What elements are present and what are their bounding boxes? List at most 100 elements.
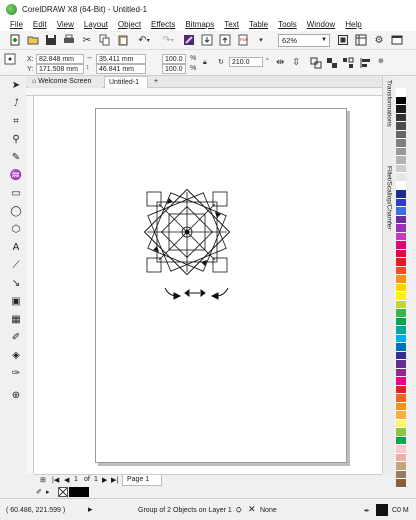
palette-swatch[interactable] — [396, 428, 406, 437]
palette-swatch[interactable] — [396, 190, 406, 199]
open-folder-icon[interactable] — [26, 33, 40, 47]
options-icon[interactable]: ⚙ — [372, 33, 386, 47]
copy-icon[interactable] — [98, 33, 112, 47]
docker-tab-fillet-scallop-chamfer[interactable]: Fillet/Scallop/Chamfer — [384, 166, 394, 266]
palette-swatch[interactable] — [396, 130, 406, 139]
menu-file[interactable]: File — [10, 20, 23, 29]
no-color-swatch[interactable] — [58, 487, 68, 497]
palette-swatch[interactable] — [396, 232, 406, 241]
menu-bitmaps[interactable]: Bitmaps — [185, 20, 214, 29]
page-tab[interactable]: Page 1 — [122, 475, 162, 486]
print-icon[interactable] — [62, 33, 76, 47]
palette-swatch[interactable] — [396, 351, 406, 360]
smart-fill-icon[interactable]: ✑ — [9, 366, 23, 380]
palette-swatch[interactable] — [396, 164, 406, 173]
launch-icon[interactable] — [390, 33, 404, 47]
palette-swatch[interactable] — [396, 224, 406, 233]
add-page-icon[interactable]: ⊞ — [40, 476, 46, 484]
object-origin-icon[interactable] — [4, 53, 16, 67]
zoom-level-dropdown[interactable]: 62% ▼ — [278, 33, 330, 47]
palette-swatch[interactable] — [396, 419, 406, 428]
menu-text[interactable]: Text — [224, 20, 239, 29]
menu-object[interactable]: Object — [118, 20, 141, 29]
palette-swatch[interactable] — [396, 275, 406, 284]
palette-swatch[interactable] — [396, 334, 406, 343]
ungroup-all-icon[interactable] — [342, 57, 354, 71]
x-position-field[interactable]: 82.848 mm — [36, 54, 84, 64]
drop-shadow-icon[interactable]: ▣ — [9, 294, 23, 308]
scale-y-field[interactable]: 100.0 — [162, 64, 186, 74]
freehand-tool-icon[interactable]: ✎ — [9, 150, 23, 164]
palette-swatch[interactable] — [396, 207, 406, 216]
add-tab-icon[interactable]: + — [150, 76, 160, 88]
menu-help[interactable]: Help — [345, 20, 361, 29]
publish-pdf-icon[interactable]: PDF — [236, 33, 250, 47]
scale-x-field[interactable]: 100.0 — [162, 54, 186, 64]
new-document-icon[interactable] — [8, 33, 22, 47]
rectangle-tool-icon[interactable]: ▭ — [9, 186, 23, 200]
interactive-fill-icon[interactable]: ◈ — [9, 348, 23, 362]
paste-icon[interactable] — [116, 33, 130, 47]
vertical-ruler[interactable] — [26, 96, 34, 474]
black-swatch[interactable] — [69, 487, 89, 497]
last-page-icon[interactable]: ▶| — [111, 476, 118, 484]
crop-tool-icon[interactable]: ⌗ — [9, 114, 23, 128]
palette-swatch[interactable] — [396, 343, 406, 352]
rotation-angle-field[interactable]: 210.0 — [229, 57, 263, 67]
palette-swatch[interactable] — [396, 283, 406, 292]
palette-swatch[interactable] — [396, 292, 406, 301]
palette-swatch[interactable] — [396, 300, 406, 309]
palette-swatch[interactable] — [396, 368, 406, 377]
cut-icon[interactable]: ✂ — [80, 33, 94, 47]
palette-swatch[interactable] — [396, 181, 406, 190]
shape-tool-icon[interactable]: ⭜ — [9, 96, 23, 110]
palette-swatch[interactable] — [396, 258, 406, 267]
palette-swatch[interactable] — [396, 377, 406, 386]
palette-swatch[interactable] — [396, 105, 406, 114]
play-icon[interactable]: ▸ — [88, 504, 93, 515]
palette-swatch[interactable] — [396, 462, 406, 471]
transparency-icon[interactable]: ▦ — [9, 312, 23, 326]
save-icon[interactable] — [44, 33, 58, 47]
lock-ratio-icon[interactable]: 🔒︎ — [203, 59, 207, 67]
mandala-drawing[interactable] — [34, 96, 382, 474]
palette-swatch[interactable] — [396, 385, 406, 394]
mirror-horizontal-icon[interactable]: ⇹ — [276, 57, 284, 68]
full-screen-preview-icon[interactable] — [336, 33, 350, 47]
fill-indicator-icon[interactable]: ⛭ — [236, 507, 242, 515]
palette-swatch[interactable] — [396, 156, 406, 165]
redo-icon[interactable]: ↷ ▾ — [158, 33, 178, 47]
horizontal-ruler[interactable] — [26, 88, 382, 96]
palette-swatch[interactable] — [396, 215, 406, 224]
palette-swatch[interactable] — [396, 479, 406, 488]
palette-swatch[interactable] — [396, 453, 406, 462]
palette-swatch[interactable] — [396, 470, 406, 479]
first-page-icon[interactable]: |◀ — [52, 476, 59, 484]
palette-swatch[interactable] — [396, 173, 406, 182]
width-field[interactable]: 35.411 mm — [96, 54, 146, 64]
polygon-tool-icon[interactable]: ⬡ — [9, 222, 23, 236]
menu-edit[interactable]: Edit — [33, 20, 47, 29]
menu-view[interactable]: View — [57, 20, 74, 29]
palette-swatch[interactable] — [396, 96, 406, 105]
prev-page-icon[interactable]: ◀ — [64, 476, 69, 484]
menu-table[interactable]: Table — [249, 20, 268, 29]
application-launcher-icon[interactable]: ▾ — [254, 33, 268, 47]
zoom-tool-icon[interactable]: ⚲ — [9, 132, 23, 146]
palette-swatch[interactable] — [396, 326, 406, 335]
height-field[interactable]: 46.841 mm — [96, 64, 146, 74]
palette-swatch[interactable] — [396, 360, 406, 369]
ellipse-tool-icon[interactable]: ◯ — [9, 204, 23, 218]
docker-tab-transformations[interactable]: Transformations — [384, 80, 394, 150]
y-position-field[interactable]: 171.508 mm — [36, 64, 84, 74]
menu-effects[interactable]: Effects — [151, 20, 175, 29]
palette-swatch[interactable] — [396, 309, 406, 318]
text-tool-icon[interactable]: A — [9, 240, 23, 254]
palette-swatch[interactable] — [396, 113, 406, 122]
search-content-icon[interactable] — [182, 33, 196, 47]
palette-swatch[interactable] — [396, 88, 406, 97]
connector-tool-icon[interactable]: ↘ — [9, 276, 23, 290]
palette-swatch[interactable] — [396, 139, 406, 148]
mirror-vertical-icon[interactable]: ⇳ — [292, 57, 300, 68]
palette-swatch[interactable] — [396, 317, 406, 326]
